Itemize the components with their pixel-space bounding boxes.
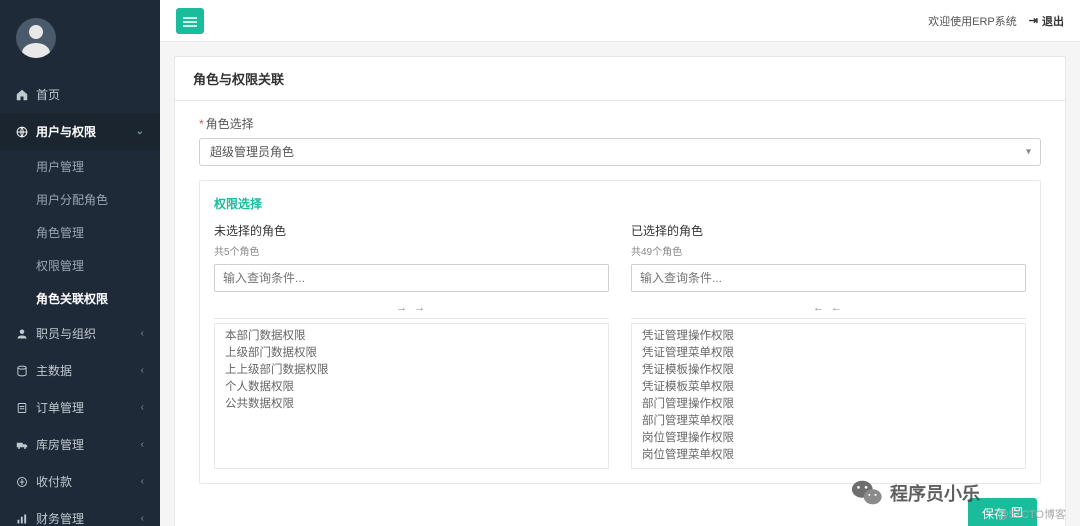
chevron-left-icon: ‹ bbox=[141, 476, 144, 487]
chevron-left-icon: ‹ bbox=[141, 365, 144, 376]
list-item[interactable]: 部门管理菜单权限 bbox=[632, 413, 1025, 430]
role-select-wrap: 超级管理员角色 bbox=[199, 138, 1041, 166]
list-item[interactable]: 岗位管理菜单权限 bbox=[632, 447, 1025, 464]
nav-users-perms[interactable]: 用户与权限 ⌄ bbox=[0, 113, 160, 150]
page-title: 角色与权限关联 bbox=[175, 57, 1065, 101]
nav-sub-user-mgmt[interactable]: 用户管理 bbox=[0, 150, 160, 183]
list-item[interactable]: 凭证模板菜单权限 bbox=[632, 379, 1025, 396]
menu-toggle-button[interactable] bbox=[176, 8, 204, 34]
hamburger-icon bbox=[183, 16, 197, 26]
list-item[interactable]: 上级部门数据权限 bbox=[215, 345, 608, 362]
user-avatar[interactable] bbox=[16, 18, 56, 58]
chevron-left-icon: ‹ bbox=[141, 513, 144, 524]
nav-menu: 首页 用户与权限 ⌄ 用户管理 用户分配角色 角色管理 权限管理 角色关联权限 bbox=[0, 76, 160, 526]
wechat-icon bbox=[850, 476, 884, 510]
selected-list[interactable]: 凭证管理操作权限 凭证管理菜单权限 凭证模板操作权限 凭证模板菜单权限 部门管理… bbox=[631, 323, 1026, 469]
globe-icon bbox=[16, 126, 28, 138]
role-field-label: *角色选择 bbox=[199, 115, 1041, 132]
selected-search-input[interactable] bbox=[631, 264, 1026, 292]
list-item[interactable]: 个人数据权限 bbox=[215, 379, 608, 396]
nav-home[interactable]: 首页 bbox=[0, 76, 160, 113]
users-icon bbox=[16, 328, 28, 340]
home-icon bbox=[16, 89, 28, 101]
chevron-left-icon: ‹ bbox=[141, 439, 144, 450]
list-item[interactable]: 本部门数据权限 bbox=[215, 328, 608, 345]
nav-label: 订单管理 bbox=[36, 399, 84, 416]
truck-icon bbox=[16, 439, 28, 451]
nav-warehouse[interactable]: 库房管理 ‹ bbox=[0, 426, 160, 463]
unselected-count: 共5个角色 bbox=[214, 243, 609, 258]
database-icon bbox=[16, 365, 28, 377]
nav-label: 用户与权限 bbox=[36, 123, 96, 140]
nav-sub-user-assign[interactable]: 用户分配角色 bbox=[0, 183, 160, 216]
list-item[interactable]: 凭证模板操作权限 bbox=[632, 362, 1025, 379]
card: 角色与权限关联 *角色选择 超级管理员角色 权限选择 bbox=[174, 56, 1066, 526]
unselected-search-input[interactable] bbox=[214, 264, 609, 292]
nav-sub-perm-mgmt[interactable]: 权限管理 bbox=[0, 249, 160, 282]
list-item[interactable]: 部门管理操作权限 bbox=[632, 396, 1025, 413]
unselected-list[interactable]: 本部门数据权限 上级部门数据权限 上上级部门数据权限 个人数据权限 公共数据权限 bbox=[214, 323, 609, 469]
topbar: 欢迎使用ERP系统 ⇥ 退出 bbox=[160, 0, 1080, 42]
chevron-left-icon: ‹ bbox=[141, 402, 144, 413]
list-item[interactable]: 上上级部门数据权限 bbox=[215, 362, 608, 379]
nav-finance[interactable]: 财务管理 ‹ bbox=[0, 500, 160, 526]
perm-heading: 权限选择 bbox=[214, 195, 1026, 212]
welcome-text: 欢迎使用ERP系统 bbox=[928, 13, 1017, 29]
main: 欢迎使用ERP系统 ⇥ 退出 角色与权限关联 *角色选择 超级管理员角色 bbox=[160, 0, 1080, 526]
nav-sub-users: 用户管理 用户分配角色 角色管理 权限管理 角色关联权限 bbox=[0, 150, 160, 315]
list-item[interactable]: 凭证管理操作权限 bbox=[632, 328, 1025, 345]
chart-icon bbox=[16, 513, 28, 525]
list-item[interactable]: 凭证管理菜单权限 bbox=[632, 345, 1025, 362]
nav-label: 主数据 bbox=[36, 362, 72, 379]
logout-icon: ⇥ bbox=[1029, 14, 1038, 27]
permission-section: 权限选择 未选择的角色 共5个角色 → → 本部门数据权限 上级部门数据权限 bbox=[199, 180, 1041, 484]
list-item[interactable]: 岗位管理操作权限 bbox=[632, 430, 1025, 447]
selected-count: 共49个角色 bbox=[631, 243, 1026, 258]
unselected-title: 未选择的角色 bbox=[214, 222, 609, 239]
content: 角色与权限关联 *角色选择 超级管理员角色 权限选择 bbox=[160, 42, 1080, 526]
nav-staff[interactable]: 职员与组织 ‹ bbox=[0, 315, 160, 352]
avatar-container bbox=[0, 0, 160, 76]
wechat-text: 程序员小乐 bbox=[890, 480, 980, 506]
role-select[interactable]: 超级管理员角色 bbox=[199, 138, 1041, 166]
chevron-left-icon: ‹ bbox=[141, 328, 144, 339]
nav-label: 库房管理 bbox=[36, 436, 84, 453]
chevron-down-icon: ⌄ bbox=[136, 126, 144, 137]
logout-label: 退出 bbox=[1042, 13, 1064, 29]
watermark: @51CTO博客 bbox=[998, 506, 1066, 522]
selected-column: 已选择的角色 共49个角色 ← ← 凭证管理操作权限 凭证管理菜单权限 凭证模板… bbox=[631, 222, 1026, 469]
nav-orders[interactable]: 订单管理 ‹ bbox=[0, 389, 160, 426]
list-item[interactable]: 公共数据权限 bbox=[215, 396, 608, 413]
nav-label: 收付款 bbox=[36, 473, 72, 490]
sidebar: 首页 用户与权限 ⌄ 用户管理 用户分配角色 角色管理 权限管理 角色关联权限 bbox=[0, 0, 160, 526]
wechat-overlay: 程序员小乐 bbox=[850, 476, 980, 510]
nav-label: 首页 bbox=[36, 86, 60, 103]
dual-list: 未选择的角色 共5个角色 → → 本部门数据权限 上级部门数据权限 上上级部门数… bbox=[214, 222, 1026, 469]
selected-title: 已选择的角色 bbox=[631, 222, 1026, 239]
nav-sub-role-mgmt[interactable]: 角色管理 bbox=[0, 216, 160, 249]
logout-button[interactable]: ⇥ 退出 bbox=[1029, 13, 1064, 29]
nav-sub-role-perm[interactable]: 角色关联权限 bbox=[0, 282, 160, 315]
nav-label: 职员与组织 bbox=[36, 325, 96, 342]
unselected-column: 未选择的角色 共5个角色 → → 本部门数据权限 上级部门数据权限 上上级部门数… bbox=[214, 222, 609, 469]
move-left-button[interactable]: ← ← bbox=[631, 298, 1026, 319]
nav-label: 财务管理 bbox=[36, 510, 84, 526]
coin-icon bbox=[16, 476, 28, 488]
nav-payments[interactable]: 收付款 ‹ bbox=[0, 463, 160, 500]
nav-master[interactable]: 主数据 ‹ bbox=[0, 352, 160, 389]
move-right-button[interactable]: → → bbox=[214, 298, 609, 319]
clipboard-icon bbox=[16, 402, 28, 414]
